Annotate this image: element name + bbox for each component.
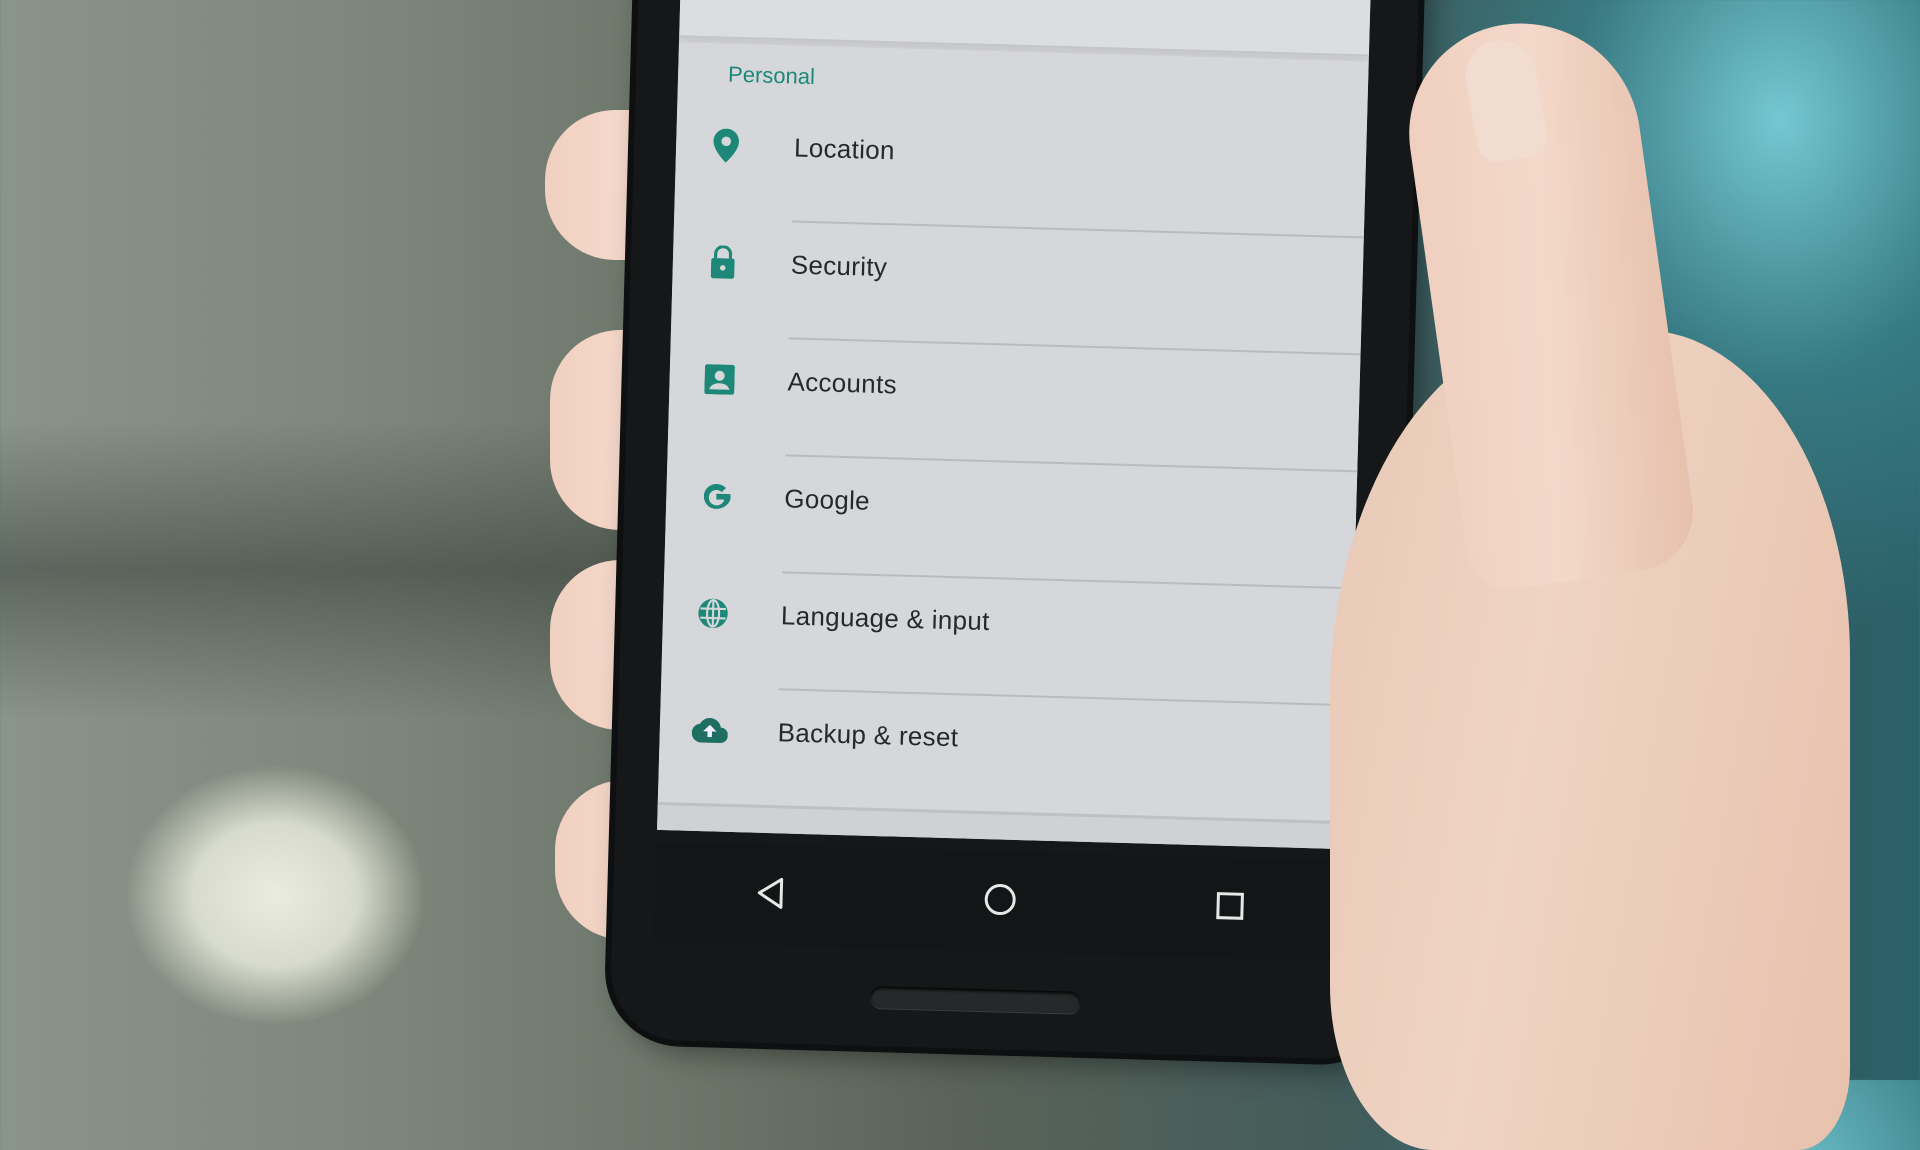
google-g-icon: [698, 478, 735, 515]
personal-section: Personal Location Security Accounts Goog…: [657, 42, 1369, 823]
settings-item-label: Security: [790, 249, 888, 283]
settings-item-google[interactable]: Google: [664, 453, 1357, 590]
globe-icon: [695, 595, 732, 632]
location-pin-icon: [708, 127, 745, 164]
settings-item-label: Location: [793, 132, 896, 166]
navigation-bar: [653, 841, 1347, 962]
settings-item-label: Google: [783, 483, 871, 516]
phone: Personal Location Security Accounts Goog…: [609, 0, 1420, 1061]
settings-item-language-input[interactable]: Language & input: [661, 570, 1354, 707]
settings-item-location[interactable]: Location: [674, 102, 1367, 239]
settings-item-backup-reset[interactable]: Backup & reset: [658, 687, 1351, 823]
settings-item-label: Accounts: [787, 366, 898, 400]
screen: Personal Location Security Accounts Goog…: [657, 0, 1372, 850]
back-triangle-icon: [755, 876, 786, 915]
home-button[interactable]: [969, 871, 1031, 933]
back-button[interactable]: [739, 864, 801, 926]
settings-item-label: Backup & reset: [777, 717, 959, 753]
home-circle-icon: [983, 882, 1018, 921]
account-box-icon: [701, 361, 738, 398]
lock-icon: [704, 244, 741, 281]
settings-item-label: Language & input: [780, 600, 991, 637]
cloud-upload-icon: [691, 712, 729, 749]
recents-square-icon: [1215, 891, 1246, 926]
speaker-grille: [870, 985, 1081, 1014]
settings-item-security[interactable]: Security: [671, 219, 1364, 356]
recents-button[interactable]: [1199, 877, 1261, 939]
settings-item-accounts[interactable]: Accounts: [668, 336, 1361, 473]
section-header-personal: Personal: [727, 61, 816, 90]
